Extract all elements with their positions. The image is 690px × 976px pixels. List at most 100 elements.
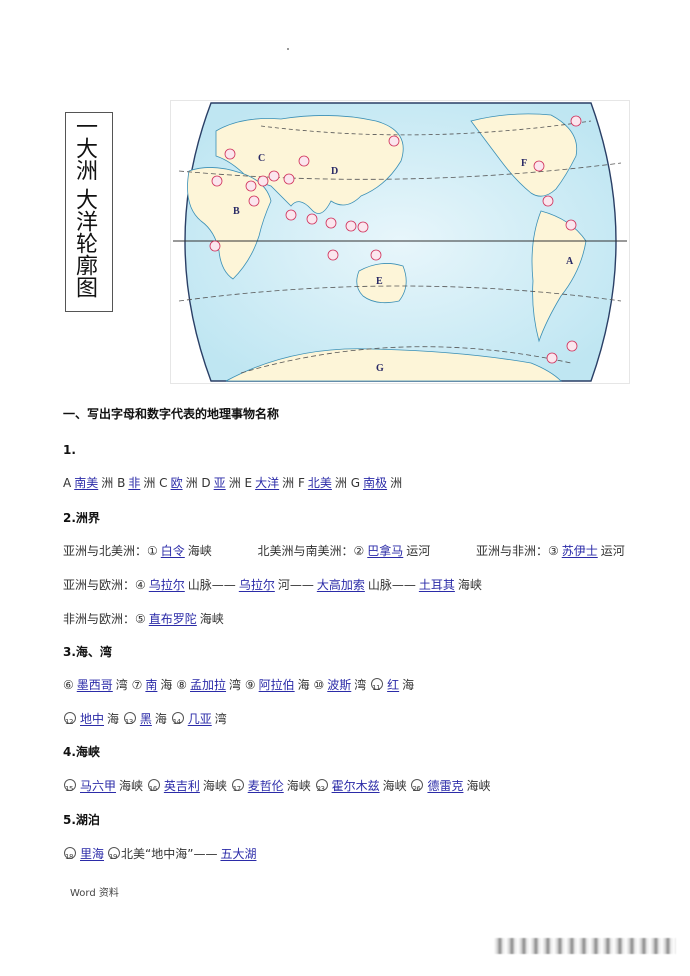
circled-number: 19: [109, 853, 117, 861]
map-marker: [224, 148, 236, 160]
q1-suffix: 洲: [334, 476, 347, 490]
map-marker: [248, 195, 260, 207]
circled-number-icon: 15: [63, 779, 76, 793]
circled-number: 18: [65, 853, 73, 861]
q4-suffix: 海峡: [202, 779, 227, 793]
q3-title: 3.海、湾: [63, 645, 112, 659]
answer-blank: 大高加索: [316, 578, 365, 592]
q3-suffix: 湾: [229, 678, 242, 692]
answer-blank: 南: [145, 678, 158, 692]
circled-number: ⑦: [131, 678, 143, 692]
answer-blank: 霍尔木兹: [331, 779, 380, 793]
q2-label: 北美洲与南美洲：: [257, 544, 354, 558]
letter-F: F: [521, 158, 527, 169]
q1-line: A 南美洲 B非洲 C欧洲 D亚洲 E 大洋洲 F 北美洲 G 南极洲: [63, 474, 402, 491]
answer-blank: 英吉利: [163, 779, 200, 793]
q1-prefix: D: [201, 476, 211, 490]
letter-D: D: [331, 166, 338, 177]
map-marker: [357, 221, 369, 233]
map-marker: [285, 209, 297, 221]
circled-number: ⑤: [135, 612, 146, 626]
circled-number-icon: 16: [147, 779, 160, 793]
q5-row: 18 里海 19 北美“地中海”—— 五大湖: [63, 845, 259, 862]
answer-blank: 波斯: [327, 678, 352, 692]
answer-blank: 非: [128, 476, 141, 490]
answer-blank: 南美: [74, 476, 99, 490]
circled-number: 11: [372, 684, 381, 692]
map-marker: [546, 352, 558, 364]
answer-blank: 直布罗陀: [148, 612, 197, 626]
world-map-svg: A B C D E F G: [173, 102, 627, 382]
answer-blank: 乌拉尔: [238, 578, 275, 592]
q1-prefix: F: [297, 476, 305, 490]
letter-B: B: [233, 206, 240, 217]
letter-C: C: [258, 153, 265, 164]
answer-blank: 孟加拉: [190, 678, 227, 692]
circled-number-icon: 18: [63, 847, 76, 861]
circled-number: 23: [316, 785, 325, 793]
q3-suffix: 海: [154, 712, 167, 726]
circled-number-icon: 23: [315, 779, 328, 793]
q2-title: 2.洲界: [63, 511, 100, 525]
map-marker: [327, 249, 339, 261]
answer-blank: 亚: [213, 476, 226, 490]
q1-prefix: A: [63, 476, 72, 490]
q4-suffix: 海峡: [466, 779, 491, 793]
map-marker: [268, 170, 280, 182]
circled-number: ③: [547, 544, 559, 558]
map-marker: [370, 249, 382, 261]
q1-suffix: 洲: [228, 476, 241, 490]
circled-number: ②: [353, 544, 365, 558]
answer-blank: 麦哲伦: [247, 779, 284, 793]
circled-number: 12: [65, 718, 73, 726]
q4-suffix: 海峡: [286, 779, 311, 793]
map-marker: [257, 175, 269, 187]
map-marker: [298, 155, 310, 167]
circled-number: ⑧: [176, 678, 188, 692]
q4-suffix: 海峡: [119, 779, 144, 793]
circled-number-icon: 14: [171, 712, 184, 726]
answer-blank: 几亚: [187, 712, 212, 726]
q3-suffix: 湾: [354, 678, 367, 692]
q2-row3: 非洲与欧洲：⑤ 直布罗陀 海峡: [63, 610, 224, 627]
circled-number: 14: [172, 718, 181, 726]
q2-suffix: 海峡: [457, 578, 482, 592]
circled-number: 26: [412, 785, 421, 793]
answer-blank: 德雷克: [427, 779, 464, 793]
answer-blank: 红: [387, 678, 400, 692]
circled-number-icon: 11: [370, 678, 384, 692]
answer-blank: 欧: [170, 476, 183, 490]
answer-blank: 乌拉尔: [148, 578, 185, 592]
q1-suffix: 洲: [143, 476, 156, 490]
answer-blank: 白令: [160, 544, 185, 558]
q3-suffix: 湾: [214, 712, 227, 726]
side-title: 一大洲 大洋轮廓图: [72, 115, 97, 298]
q2-suffix: 河——: [277, 578, 314, 592]
circled-number: ⑨: [244, 678, 256, 692]
q2-suffix: 运河: [600, 544, 625, 558]
answer-blank: 里海: [80, 847, 105, 861]
letter-G: G: [376, 363, 384, 374]
answer-blank: 巴拿马: [367, 544, 404, 558]
map-marker: [306, 213, 318, 225]
q1-prefix: C: [159, 476, 168, 490]
map-marker: [345, 220, 357, 232]
letter-E: E: [376, 276, 383, 287]
circled-number: ④: [135, 578, 146, 592]
q1-suffix: 洲: [390, 476, 403, 490]
answer-blank: 马六甲: [80, 779, 117, 793]
answer-blank: 苏伊士: [561, 544, 598, 558]
answer-blank: 大洋: [255, 476, 280, 490]
main-heading: 一、写出字母和数字代表的地理事物名称: [63, 407, 280, 421]
q3-suffix: 海: [107, 712, 120, 726]
q2-suffix: 运河: [406, 544, 431, 558]
q2-label: 非洲与欧洲：: [63, 612, 136, 626]
circled-number: 16: [148, 785, 157, 793]
q3-suffix: 海: [160, 678, 173, 692]
q3-suffix: 海: [402, 678, 415, 692]
circled-number: 17: [232, 785, 241, 793]
answer-blank: 墨西哥: [76, 678, 113, 692]
q1-prefix: G: [350, 476, 361, 490]
circled-number-icon: 12: [63, 712, 76, 726]
map-marker: [211, 175, 223, 187]
